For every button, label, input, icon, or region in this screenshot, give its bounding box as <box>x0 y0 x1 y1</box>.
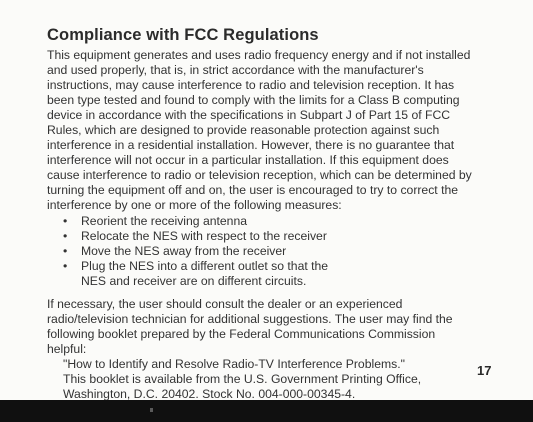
paragraph-line: been type tested and found to comply wit… <box>47 93 460 108</box>
list-item: Move the NES away from the receiver <box>63 244 497 259</box>
list-item: Plug the NES into a different outlet so … <box>63 259 497 289</box>
paragraph-line: cause interference to radio or televisio… <box>47 168 472 183</box>
citation-line: "How to Identify and Resolve Radio-TV In… <box>63 356 405 371</box>
page-title: Compliance with FCC Regulations <box>47 26 319 44</box>
list-item-text: Move the NES away from the receiver <box>81 243 287 258</box>
paragraph-line: interference will not occur in a particu… <box>47 153 449 168</box>
paragraph-line: Rules, which are designed to provide rea… <box>47 123 440 138</box>
citation-line: This booklet is available from the U.S. … <box>63 371 422 386</box>
list-item-text: Plug the NES into a different outlet so … <box>81 258 329 273</box>
paragraph-line: helpful: <box>47 341 87 356</box>
followup-paragraph: If necessary, the user should consult th… <box>47 297 497 357</box>
list-item-text: Reorient the receiving antenna <box>81 213 247 228</box>
paragraph-line: radio/television technician for addition… <box>47 311 453 326</box>
list-item-text: Relocate the NES with respect to the rec… <box>81 228 327 243</box>
band-speck <box>150 408 153 412</box>
paragraph-line: and used properly, that is, in strict ac… <box>47 63 424 78</box>
paragraph-line: interference in a residential installati… <box>47 138 455 153</box>
manual-page: Compliance with FCC Regulations This equ… <box>0 0 533 422</box>
booklet-citation: "How to Identify and Resolve Radio-TV In… <box>63 357 497 402</box>
list-item-text: NES and receiver are on different circui… <box>81 273 307 288</box>
paragraph-line: device in accordance with the specificat… <box>47 108 451 123</box>
paragraph-line: following booklet prepared by the Federa… <box>47 326 436 341</box>
paragraph-line: interference by one or more of the follo… <box>47 198 342 213</box>
paragraph-line: This equipment generates and uses radio … <box>47 48 471 62</box>
paragraph-line: instructions, may cause interference to … <box>47 78 455 93</box>
bottom-dark-band <box>0 400 533 422</box>
measures-list: Reorient the receiving antenna Relocate … <box>47 214 497 289</box>
page-number: 17 <box>477 363 492 378</box>
paragraph-line: turning the equipment off and on, the us… <box>47 183 459 198</box>
list-item: Relocate the NES with respect to the rec… <box>63 229 497 244</box>
list-item: Reorient the receiving antenna <box>63 214 497 229</box>
body-text: This equipment generates and uses radio … <box>47 48 497 402</box>
paragraph-line: If necessary, the user should consult th… <box>47 296 403 311</box>
intro-paragraph: This equipment generates and uses radio … <box>47 48 497 214</box>
